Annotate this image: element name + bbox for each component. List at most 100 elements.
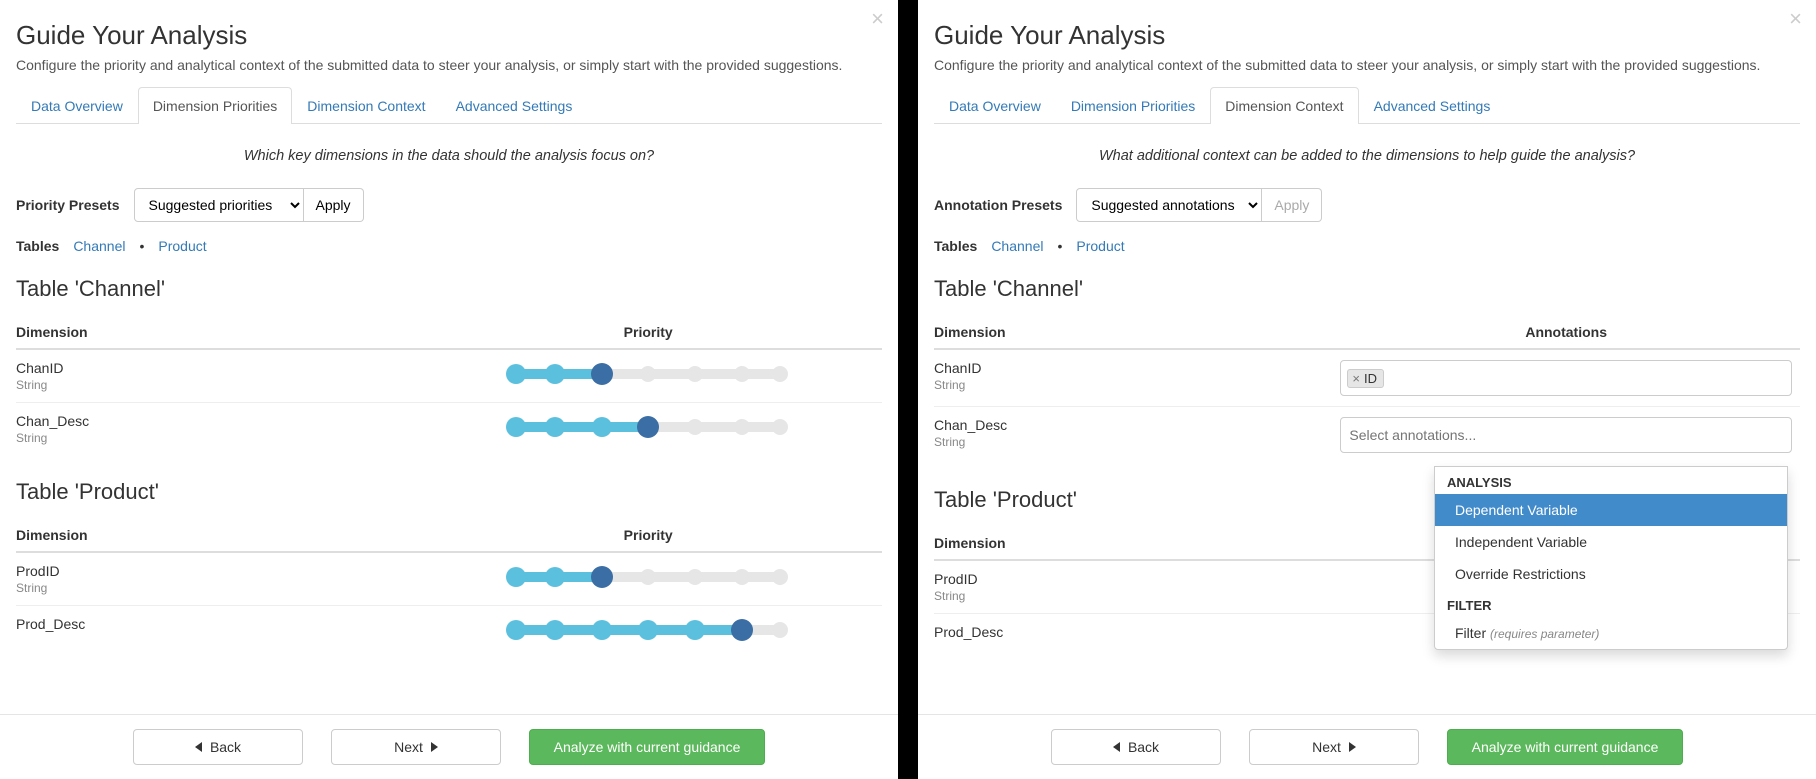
dimension-name: ProdID xyxy=(16,563,406,579)
table-heading: Table 'Channel' xyxy=(16,276,882,302)
dropdown-item[interactable]: Override Restrictions xyxy=(1435,558,1787,590)
dimension-type: String xyxy=(934,435,1324,449)
col-priority: Priority xyxy=(414,519,882,552)
back-button[interactable]: Back xyxy=(1051,729,1221,765)
dimension-type: String xyxy=(934,378,1324,392)
priority-slider[interactable] xyxy=(508,362,788,386)
next-label: Next xyxy=(1312,739,1341,755)
dropdown-group-label: ANALYSIS xyxy=(1435,467,1787,494)
panel-context: × Guide Your Analysis Configure the prio… xyxy=(918,0,1816,779)
presets-label: Annotation Presets xyxy=(934,197,1062,213)
table-row: ProdID String xyxy=(16,552,882,606)
tab-dimension-priorities[interactable]: Dimension Priorities xyxy=(1056,87,1210,124)
tab-advanced-settings[interactable]: Advanced Settings xyxy=(1359,87,1506,124)
separator-dot: • xyxy=(139,238,144,254)
priority-slider[interactable] xyxy=(508,565,788,589)
table-link-channel[interactable]: Channel xyxy=(991,238,1043,254)
dimension-type: String xyxy=(934,589,1324,603)
page-title: Guide Your Analysis xyxy=(16,20,882,51)
tag-label: ID xyxy=(1364,371,1377,386)
dropdown-item[interactable]: Dependent Variable xyxy=(1435,494,1787,526)
dimension-name: ChanID xyxy=(934,360,1324,376)
priority-table: DimensionPriorityProdIDStringProd_Desc xyxy=(16,519,882,654)
next-label: Next xyxy=(394,739,423,755)
dimension-name: Prod_Desc xyxy=(934,624,1324,640)
close-icon[interactable]: × xyxy=(871,8,884,30)
dropdown-item-hint: (requires parameter) xyxy=(1490,627,1599,641)
dropdown-group-label: FILTER xyxy=(1435,590,1787,617)
back-button[interactable]: Back xyxy=(133,729,303,765)
priority-slider[interactable] xyxy=(508,415,788,439)
table-row: Chan_Desc String xyxy=(16,403,882,456)
priority-slider[interactable] xyxy=(508,618,788,642)
col-dimension: Dimension xyxy=(934,527,1332,560)
footer: Back Next Analyze with current guidance xyxy=(0,714,898,779)
tab-dimension-context[interactable]: Dimension Context xyxy=(1210,87,1358,124)
annotation-input[interactable]: × ID xyxy=(1340,360,1792,396)
annotation-tag[interactable]: × ID xyxy=(1347,369,1384,388)
table-row: ChanID String xyxy=(16,349,882,403)
scroll-area[interactable]: Annotation Presets Suggested annotations… xyxy=(918,188,1816,714)
col-annotations: Annotations xyxy=(1332,316,1800,349)
analyze-label: Analyze with current guidance xyxy=(554,739,741,755)
analyze-label: Analyze with current guidance xyxy=(1472,739,1659,755)
apply-button[interactable]: Apply xyxy=(1262,188,1322,222)
apply-button[interactable]: Apply xyxy=(304,188,364,222)
chevron-left-icon xyxy=(195,742,202,752)
tab-data-overview[interactable]: Data Overview xyxy=(934,87,1056,124)
dropdown-item[interactable]: Filter (requires parameter) xyxy=(1435,617,1787,649)
table-link-product[interactable]: Product xyxy=(158,238,206,254)
prompt-question: What additional context can be added to … xyxy=(918,148,1816,164)
presets-label: Priority Presets xyxy=(16,197,120,213)
back-label: Back xyxy=(210,739,241,755)
table-row: Chan_Desc String xyxy=(934,407,1800,464)
annotation-input[interactable] xyxy=(1340,417,1792,453)
dropdown-item-label: Independent Variable xyxy=(1455,534,1587,550)
scroll-area[interactable]: Priority Presets Suggested priorities Ap… xyxy=(0,188,898,714)
dropdown-item-label: Override Restrictions xyxy=(1455,566,1586,582)
panel-priorities: × Guide Your Analysis Configure the prio… xyxy=(0,0,898,779)
table-link-channel[interactable]: Channel xyxy=(73,238,125,254)
next-button[interactable]: Next xyxy=(1249,729,1419,765)
dropdown-item[interactable]: Independent Variable xyxy=(1435,526,1787,558)
col-dimension: Dimension xyxy=(16,316,414,349)
next-button[interactable]: Next xyxy=(331,729,501,765)
analyze-button[interactable]: Analyze with current guidance xyxy=(529,729,765,765)
tab-bar: Data Overview Dimension Priorities Dimen… xyxy=(16,87,882,124)
annotation-placeholder-input[interactable] xyxy=(1347,426,1785,444)
dimension-type: String xyxy=(16,581,406,595)
tables-label: Tables xyxy=(934,238,977,254)
chevron-right-icon xyxy=(1349,742,1356,752)
dimension-type: String xyxy=(16,431,406,445)
tab-advanced-settings[interactable]: Advanced Settings xyxy=(441,87,588,124)
preset-select[interactable]: Suggested priorities xyxy=(134,188,304,222)
table-row: Prod_Desc xyxy=(16,606,882,655)
prompt-question: Which key dimensions in the data should … xyxy=(0,148,898,164)
back-label: Back xyxy=(1128,739,1159,755)
analyze-button[interactable]: Analyze with current guidance xyxy=(1447,729,1683,765)
table-link-product[interactable]: Product xyxy=(1076,238,1124,254)
annotation-table: DimensionAnnotations ChanID String × ID Chan_… xyxy=(934,316,1800,463)
dimension-type: String xyxy=(16,378,406,392)
page-title: Guide Your Analysis xyxy=(934,20,1800,51)
separator-dot: • xyxy=(1057,238,1062,254)
remove-tag-icon[interactable]: × xyxy=(1352,371,1360,386)
annotation-dropdown[interactable]: ANALYSISDependent Variable Independent Va… xyxy=(1434,466,1788,650)
priority-table: DimensionPriorityChanIDStringChan_DescSt… xyxy=(16,316,882,455)
chevron-left-icon xyxy=(1113,742,1120,752)
footer: Back Next Analyze with current guidance xyxy=(918,714,1816,779)
chevron-right-icon xyxy=(431,742,438,752)
tab-dimension-priorities[interactable]: Dimension Priorities xyxy=(138,87,292,124)
dimension-name: Prod_Desc xyxy=(16,616,406,632)
tab-dimension-context[interactable]: Dimension Context xyxy=(292,87,440,124)
tables-label: Tables xyxy=(16,238,59,254)
dimension-name: Chan_Desc xyxy=(16,413,406,429)
tab-data-overview[interactable]: Data Overview xyxy=(16,87,138,124)
close-icon[interactable]: × xyxy=(1789,8,1802,30)
table-heading: Table 'Product' xyxy=(16,479,882,505)
dropdown-item-label: Filter xyxy=(1455,625,1486,641)
dimension-name: ChanID xyxy=(16,360,406,376)
col-dimension: Dimension xyxy=(934,316,1332,349)
preset-select[interactable]: Suggested annotations xyxy=(1076,188,1262,222)
dimension-name: Chan_Desc xyxy=(934,417,1324,433)
